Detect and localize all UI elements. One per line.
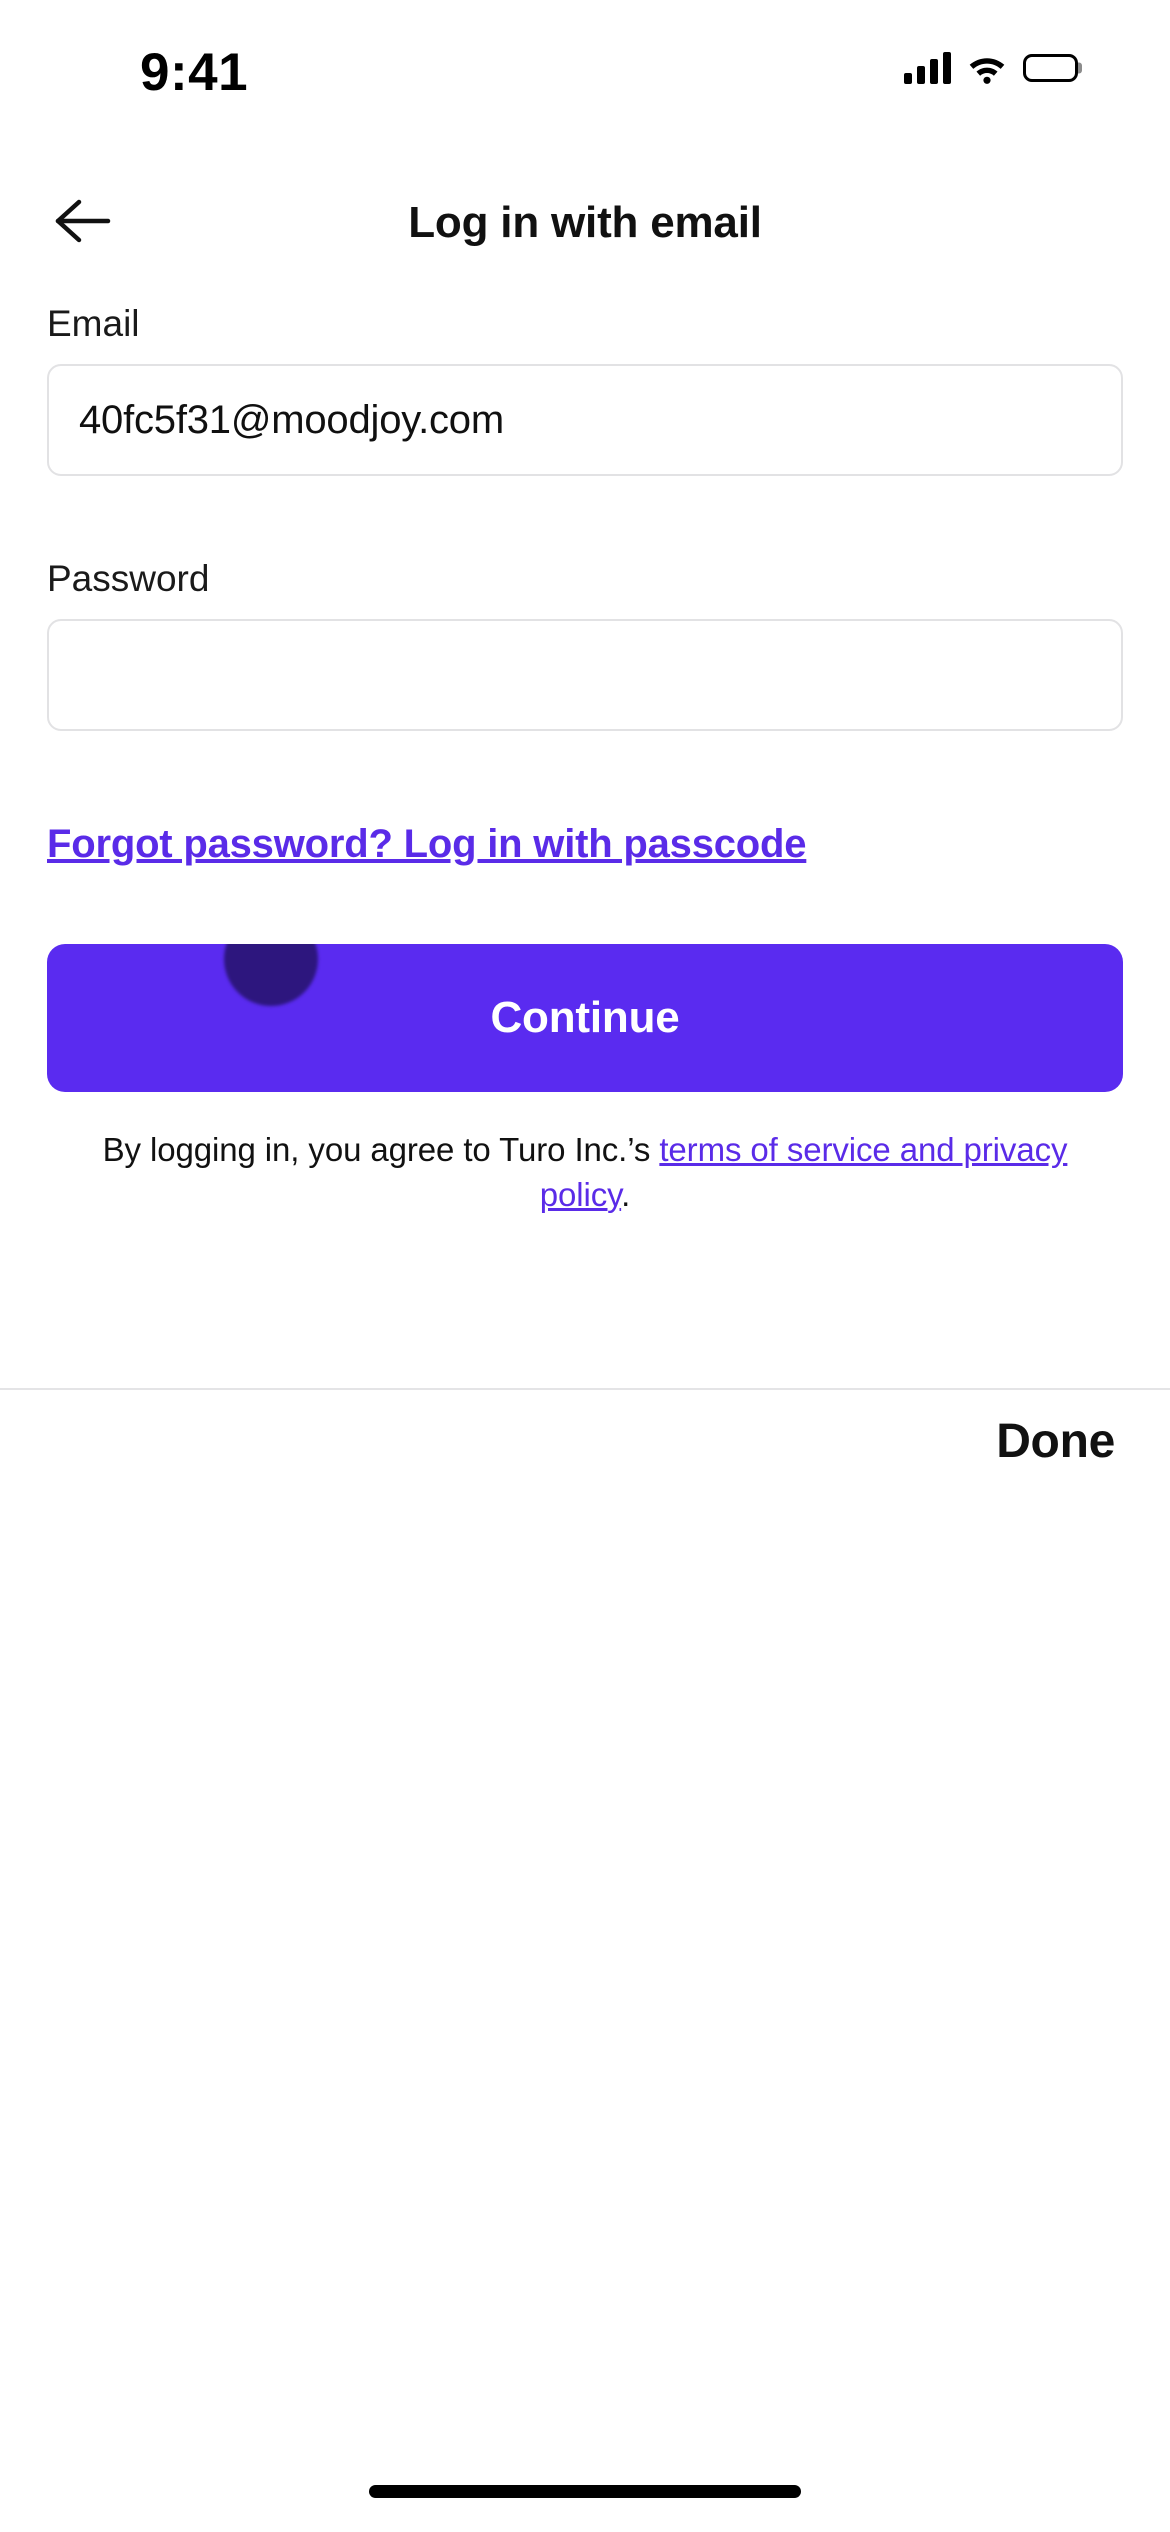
page-title: Log in with email	[408, 197, 762, 247]
done-button[interactable]: Done	[996, 1414, 1115, 1469]
status-bar-time: 9:41	[140, 43, 249, 102]
back-arrow-icon	[54, 197, 112, 250]
status-bar-icons	[904, 46, 1082, 90]
home-indicator	[369, 2485, 801, 2498]
email-input-value: 40fc5f31@moodjoy.com	[79, 397, 504, 442]
email-field-group: Email 40fc5f31@moodjoy.com	[47, 305, 1123, 476]
continue-button-label: Continue	[490, 993, 680, 1042]
legal-disclaimer: By logging in, you agree to Turo Inc.’s …	[95, 1128, 1075, 1217]
navigation-header: Log in with email	[0, 170, 1170, 275]
legal-prefix-text: By logging in, you agree to Turo Inc.’s	[102, 1131, 660, 1168]
password-label: Password	[47, 558, 210, 599]
email-label: Email	[47, 303, 140, 344]
touch-indicator-dot	[224, 944, 318, 1006]
email-input[interactable]: 40fc5f31@moodjoy.com	[47, 364, 1123, 476]
legal-suffix-text: .	[621, 1175, 631, 1213]
keyboard-accessory-bar: Done	[0, 1390, 1170, 1518]
cellular-bars-icon	[904, 52, 951, 84]
battery-full-icon	[1023, 54, 1082, 82]
continue-button[interactable]: Continue	[47, 944, 1123, 1092]
app-screen: 9:41 Log in with email Email 40fc5f31@mo…	[0, 0, 1170, 2532]
forgot-password-link[interactable]: Forgot password? Log in with passcode	[47, 820, 807, 868]
status-bar: 9:41	[0, 0, 1170, 150]
password-input[interactable]	[47, 619, 1123, 731]
password-field-group: Password	[47, 560, 1123, 731]
back-button[interactable]	[38, 178, 128, 268]
wifi-icon	[967, 53, 1007, 84]
